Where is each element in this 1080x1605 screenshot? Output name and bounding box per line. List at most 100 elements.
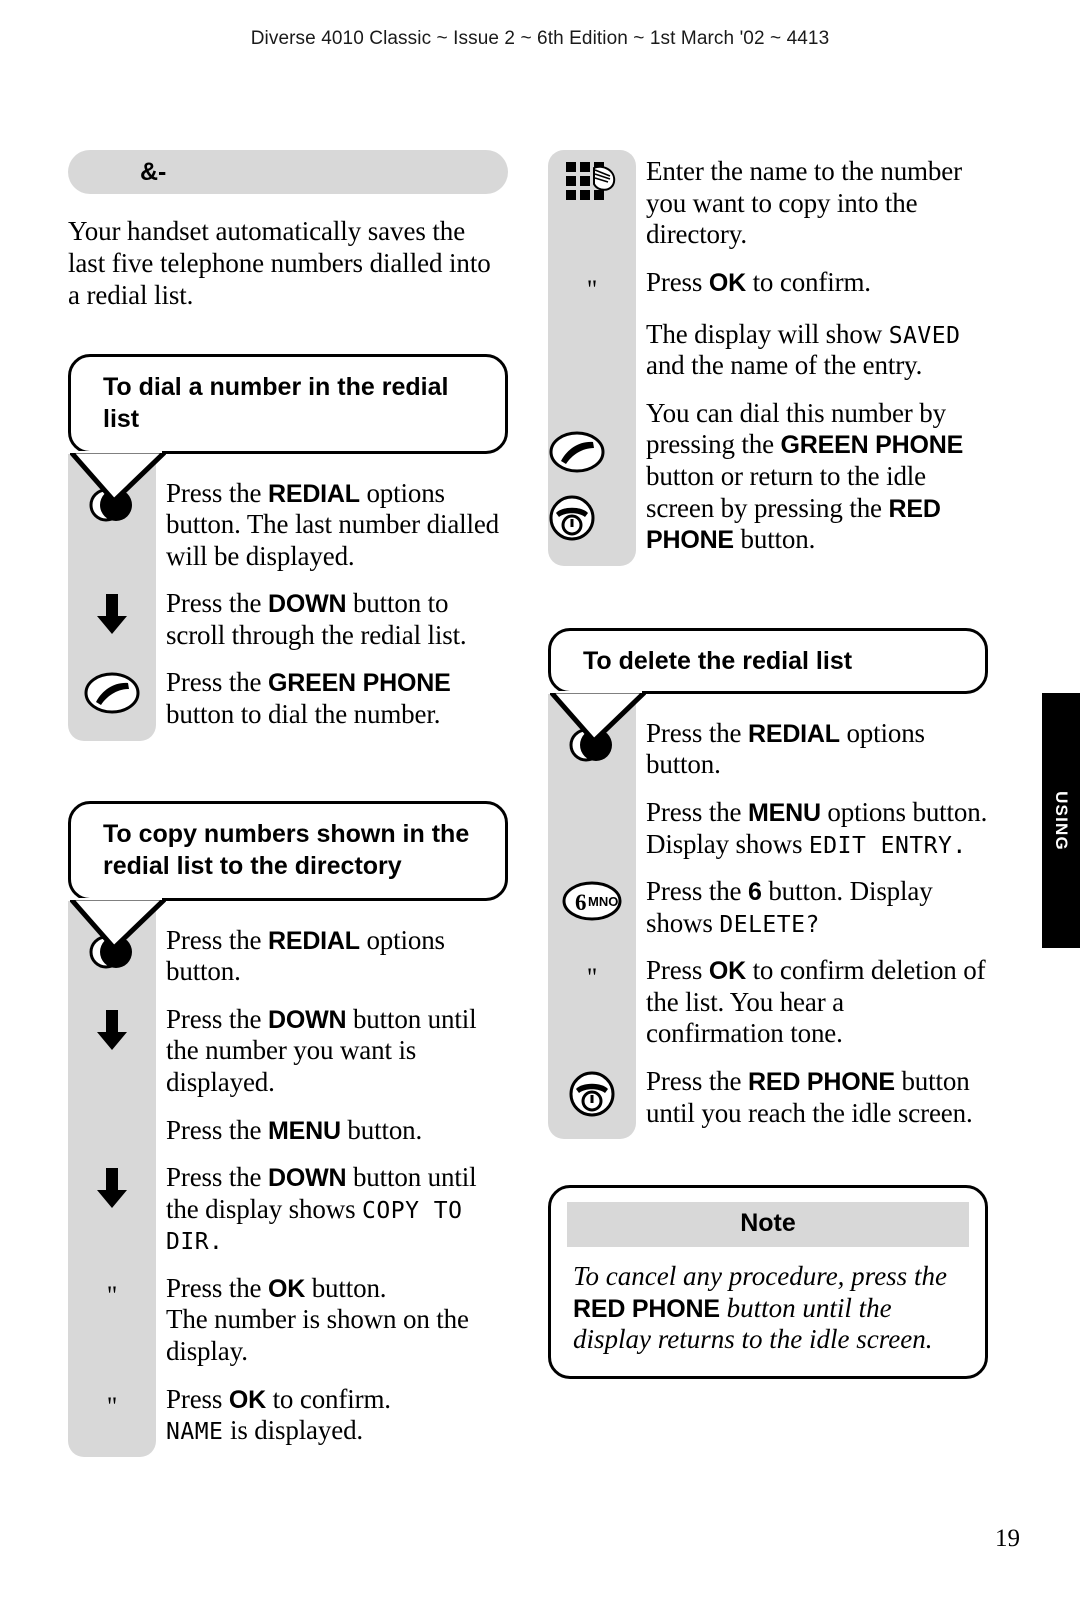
- lcd-display-text: DELETE?: [719, 911, 820, 938]
- instruction-step: Press the DOWN button until the number y…: [68, 1004, 508, 1099]
- ok-key-glyph: ": [106, 1280, 118, 1310]
- step-text: Press the 6 button. Display shows DELETE…: [636, 876, 988, 939]
- body-text: Press: [646, 266, 709, 297]
- section-title: &-: [140, 157, 167, 186]
- key-name: MENU: [268, 1116, 341, 1145]
- key-name: REDIAL: [268, 926, 360, 955]
- body-text: Enter the name to the number you want to…: [646, 156, 962, 250]
- section-intro: Your handset automatically saves the las…: [68, 216, 491, 310]
- body-text: is displayed.: [223, 1415, 364, 1446]
- body-text: The display will show: [646, 318, 889, 349]
- green-red-phone-icons: [548, 398, 636, 542]
- key-name: DOWN: [268, 590, 347, 619]
- steps-copy-continued: Enter the name to the number you want to…: [548, 150, 988, 566]
- svg-text:6: 6: [575, 890, 587, 915]
- ok-key-icon: ": [548, 267, 636, 303]
- instruction-step: " Press OK to confirm.: [548, 267, 988, 303]
- red-phone-icon: [548, 1066, 636, 1118]
- icon-placeholder: [548, 319, 636, 323]
- body-text: Press the: [166, 1114, 268, 1145]
- step-text: Press the DOWN button to scroll through …: [156, 588, 508, 651]
- down-arrow-icon: [68, 588, 156, 636]
- steps-delete: Press the REDIAL options button. Press th…: [548, 693, 988, 1140]
- key-name: DOWN: [268, 1005, 347, 1034]
- callout-delete-wrap: To delete the redial list: [548, 627, 988, 743]
- ok-key-glyph: ": [586, 274, 598, 304]
- body-text: button.: [733, 524, 816, 555]
- callout-tail-icon: [70, 450, 166, 503]
- callout-dial: To dial a number in the redial list: [68, 353, 508, 454]
- body-text: Press the: [166, 667, 268, 698]
- left-column: &- Your handset automatically saves the …: [68, 150, 508, 1457]
- callout-dial-wrap: To dial a number in the redial list: [68, 353, 508, 503]
- thumb-tab-label: USING: [1052, 790, 1071, 851]
- body-text: button or return to the idle screen by p…: [646, 461, 926, 523]
- right-column: Enter the name to the number you want to…: [548, 150, 988, 1379]
- callout-delete: To delete the redial list: [548, 627, 988, 694]
- key-name: 6: [748, 878, 762, 907]
- step-text: You can dial this number by pressing the…: [636, 398, 988, 556]
- step-text: Press the OK button. The number is shown …: [156, 1273, 508, 1368]
- instruction-step: Press the GREEN PHONE button to dial the…: [68, 667, 508, 730]
- key-name: REDIAL: [268, 479, 360, 508]
- step-text: Press OK to confirm.: [636, 267, 988, 299]
- body-text: Press the: [166, 1003, 268, 1034]
- body-text: Press the: [166, 924, 268, 955]
- step-text: Enter the name to the number you want to…: [636, 156, 988, 251]
- callout-tail-icon: [550, 690, 646, 743]
- body-text: Press: [646, 955, 709, 986]
- note-box: Note To cancel any procedure, press the …: [548, 1185, 988, 1379]
- lcd-display-text: EDIT ENTRY.: [808, 832, 967, 859]
- body-text: Press the: [646, 876, 748, 907]
- callout-tail-icon: [70, 897, 166, 950]
- body-text: Press the: [166, 1162, 268, 1193]
- body-text: To cancel any procedure, press the: [573, 1261, 947, 1292]
- body-text: Press the: [166, 588, 268, 619]
- green-phone-icon: [549, 431, 605, 473]
- instruction-step: Press the MENU button.: [68, 1115, 508, 1147]
- body-text: Press the: [166, 477, 268, 508]
- note-body: To cancel any procedure, press the RED P…: [567, 1261, 969, 1356]
- ok-key-glyph: ": [586, 963, 598, 993]
- body-text: and the name of the entry.: [646, 350, 923, 381]
- instruction-step: You can dial this number by pressing the…: [548, 398, 988, 556]
- body-text: to confirm.: [745, 266, 871, 297]
- instruction-step: " Press the OK button. The number is shown…: [68, 1273, 508, 1368]
- body-text: to confirm.: [265, 1383, 391, 1414]
- instruction-step: Press the MENU options button. Display s…: [548, 797, 988, 860]
- body-text: The number is shown on the display.: [166, 1304, 469, 1366]
- instruction-step: " Press OK to confirm. NAME is displayed.: [68, 1384, 508, 1447]
- manual-page: Diverse 4010 Classic ~ Issue 2 ~ 6th Edi…: [0, 0, 1080, 1605]
- body-text: button.: [305, 1272, 387, 1303]
- key-name: RED PHONE: [748, 1067, 895, 1096]
- key-name: DOWN: [268, 1164, 347, 1193]
- icon-placeholder: [548, 797, 636, 801]
- thumb-tab: USING: [1042, 693, 1080, 948]
- section-title-bar: &-: [68, 150, 508, 194]
- instruction-step: Enter the name to the number you want to…: [548, 156, 988, 251]
- ok-key-icon: ": [548, 955, 636, 991]
- body-text: button.: [340, 1114, 423, 1145]
- key-name: OK: [708, 268, 746, 297]
- key-name: OK: [708, 957, 746, 986]
- icon-placeholder: [68, 1115, 156, 1119]
- ok-key-icon: ": [68, 1384, 156, 1420]
- green-phone-icon: [68, 667, 156, 715]
- step-text: Press the REDIAL options button. The las…: [156, 478, 508, 573]
- step-text: Press OK to confirm deletion of the list…: [636, 955, 988, 1050]
- down-arrow-icon: [68, 1162, 156, 1210]
- note-heading: Note: [567, 1202, 969, 1248]
- callout-copy-wrap: To copy numbers shown in the redial list…: [68, 800, 508, 950]
- steps-copy: Press the REDIAL options button. Press th…: [68, 900, 508, 1457]
- body-text: button to dial the number.: [166, 699, 441, 730]
- step-text: Press the DOWN button until the number y…: [156, 1004, 508, 1099]
- instruction-step: Press the DOWN button to scroll through …: [68, 588, 508, 651]
- red-phone-icon: [549, 495, 595, 541]
- body-text: Press the: [646, 796, 748, 827]
- key-name: REDIAL: [748, 719, 840, 748]
- step-text: Press the RED PHONE button until you rea…: [636, 1066, 988, 1129]
- instruction-step: 6 MNO Press the 6 button. Display shows DE…: [548, 876, 988, 939]
- svg-text:MNO: MNO: [588, 894, 618, 909]
- step-text: Press the GREEN PHONE button to dial the…: [156, 667, 508, 730]
- step-text: Press the DOWN button until the display …: [156, 1162, 508, 1257]
